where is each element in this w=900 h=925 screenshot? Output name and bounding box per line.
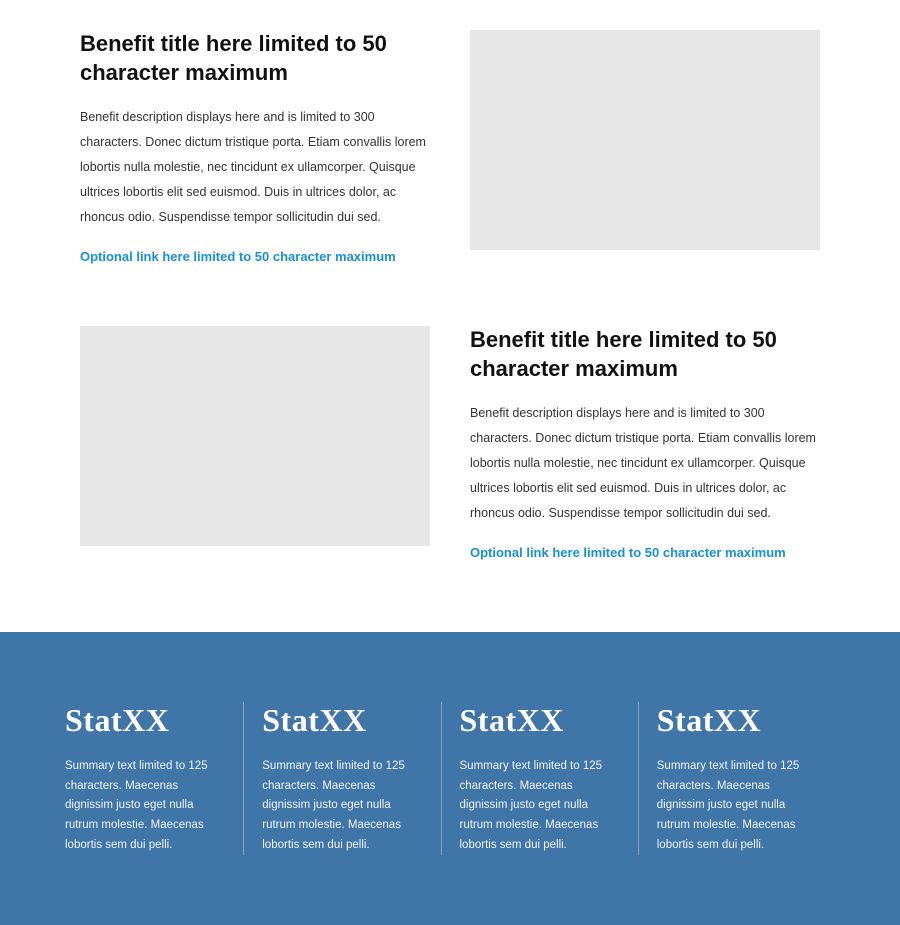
benefit-title: Benefit title here limited to 50 charact… [470, 326, 820, 383]
benefit-description: Benefit description displays here and is… [470, 401, 820, 526]
stat-summary: Summary text limited to 125 characters. … [65, 757, 225, 855]
benefit-media [470, 30, 820, 250]
stats-section: StatXX Summary text limited to 125 chara… [0, 632, 900, 925]
benefit-title: Benefit title here limited to 50 charact… [80, 30, 430, 87]
stat-column: StatXX Summary text limited to 125 chara… [65, 702, 243, 855]
benefit-description: Benefit description displays here and is… [80, 105, 430, 230]
stat-summary: Summary text limited to 125 characters. … [657, 757, 817, 855]
stat-summary: Summary text limited to 125 characters. … [262, 757, 422, 855]
benefit-row: Benefit title here limited to 50 charact… [80, 326, 820, 562]
benefit-link[interactable]: Optional link here limited to 50 charact… [80, 249, 396, 264]
image-placeholder [80, 326, 430, 546]
stat-summary: Summary text limited to 125 characters. … [460, 757, 620, 855]
benefits-section: Benefit title here limited to 50 charact… [0, 0, 900, 632]
stat-title: StatXX [262, 702, 422, 739]
image-placeholder [470, 30, 820, 250]
benefit-text-block: Benefit title here limited to 50 charact… [80, 30, 430, 266]
benefit-row: Benefit title here limited to 50 charact… [80, 30, 820, 266]
stat-column: StatXX Summary text limited to 125 chara… [243, 702, 440, 855]
stat-title: StatXX [460, 702, 620, 739]
stat-column: StatXX Summary text limited to 125 chara… [441, 702, 638, 855]
stat-column: StatXX Summary text limited to 125 chara… [638, 702, 835, 855]
stat-title: StatXX [657, 702, 817, 739]
benefit-media [80, 326, 430, 546]
benefit-text-block: Benefit title here limited to 50 charact… [470, 326, 820, 562]
stat-title: StatXX [65, 702, 225, 739]
benefit-link[interactable]: Optional link here limited to 50 charact… [470, 545, 786, 560]
